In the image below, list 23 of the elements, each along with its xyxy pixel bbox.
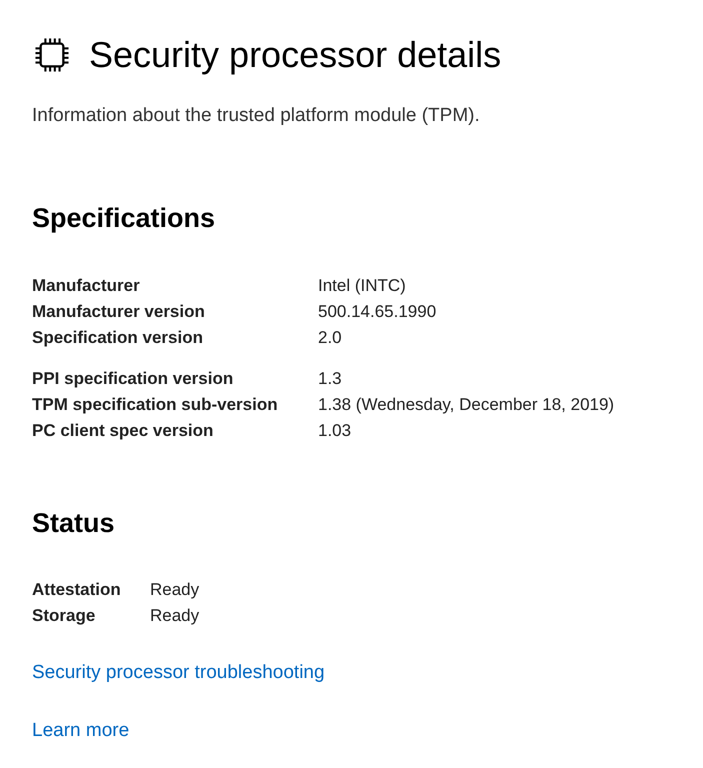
section-heading: Status [32,507,116,540]
spec-label: Manufacturer [32,275,141,297]
status-value: Ready [150,579,200,601]
spec-value: 500.14.65.1990 [318,301,438,323]
link[interactable]: Security processor troubleshooting [32,659,325,687]
chip-icon [35,38,69,72]
status-label: Storage [32,605,96,627]
status-value: Ready [150,605,200,627]
spec-label: Specification version [32,327,204,349]
spec-label: TPM specification sub-version [32,394,279,416]
section-heading: Specifications [32,202,216,235]
link[interactable]: Learn more [32,717,130,745]
status-label: Attestation [32,579,122,601]
spec-label: Manufacturer version [32,301,206,323]
spec-label: PC client spec version [32,420,214,442]
spec-value: Intel (INTC) [318,275,407,297]
page-title: Security processor details [89,33,502,77]
spec-value: 1.03 [318,420,352,442]
spec-value: 1.3 [318,368,343,390]
spec-label: PPI specification version [32,368,234,390]
spec-value: 1.38 (Wednesday, December 18, 2019) [318,394,616,416]
spec-value: 2.0 [318,327,343,349]
page-subtitle: Information about the trusted platform module (TPM). [32,104,481,128]
